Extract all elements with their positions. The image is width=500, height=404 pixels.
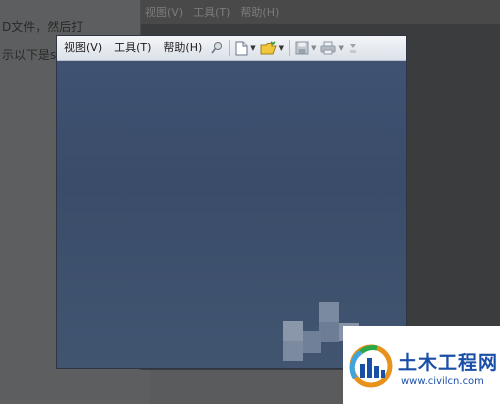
chevron-down-icon[interactable]: ▼ xyxy=(311,44,316,52)
background-text-line: 示以下是s xyxy=(2,48,57,62)
drawing-canvas[interactable] xyxy=(57,61,406,368)
new-document-button[interactable]: ▼ xyxy=(233,36,257,60)
menu-view[interactable]: 视图(V) xyxy=(57,36,108,60)
more-button[interactable] xyxy=(346,36,360,60)
chevron-down-icon[interactable]: ▼ xyxy=(338,44,343,52)
background-menu-view: 视图(V) xyxy=(145,6,184,19)
mosaic-block xyxy=(283,321,303,341)
open-folder-icon xyxy=(260,40,277,54)
toolbar-separator xyxy=(229,40,231,56)
help-search-icon[interactable] xyxy=(208,36,226,60)
save-button[interactable]: ▼ xyxy=(293,36,318,60)
print-icon xyxy=(320,41,336,55)
app-window: 视图(V) 工具(T) 帮助(H) ▼ ▼ ▼ ▼ xyxy=(57,36,406,368)
civilcn-logo-icon xyxy=(349,344,393,388)
mosaic-block xyxy=(319,302,339,322)
mosaic-block xyxy=(319,322,339,342)
background-menu-tools: 工具(T) xyxy=(193,6,231,19)
menu-bar: 视图(V) 工具(T) 帮助(H) ▼ ▼ ▼ ▼ xyxy=(57,36,406,61)
chevron-down-icon[interactable]: ▼ xyxy=(250,44,255,52)
more-icon xyxy=(349,44,356,53)
logo-url: www.civilcn.com xyxy=(401,376,484,387)
background-menu-help: 帮助(H) xyxy=(240,6,280,19)
mosaic-block xyxy=(303,331,321,353)
logo-title: 土木工程网 xyxy=(398,352,499,374)
menu-help[interactable]: 帮助(H) xyxy=(157,36,208,60)
background-text-line: D文件，然后打 xyxy=(2,20,84,34)
mosaic-block xyxy=(283,341,303,361)
site-logo: 土木工程网 www.civilcn.com xyxy=(343,326,500,404)
print-button[interactable]: ▼ xyxy=(318,36,345,60)
new-document-icon xyxy=(235,41,248,55)
background-menubar: 视图(V) 工具(T) 帮助(H) xyxy=(141,0,500,24)
save-icon xyxy=(295,41,309,55)
toolbar-separator xyxy=(289,40,291,56)
menu-tools[interactable]: 工具(T) xyxy=(108,36,157,60)
open-button[interactable]: ▼ xyxy=(258,36,286,60)
chevron-down-icon[interactable]: ▼ xyxy=(279,44,284,52)
